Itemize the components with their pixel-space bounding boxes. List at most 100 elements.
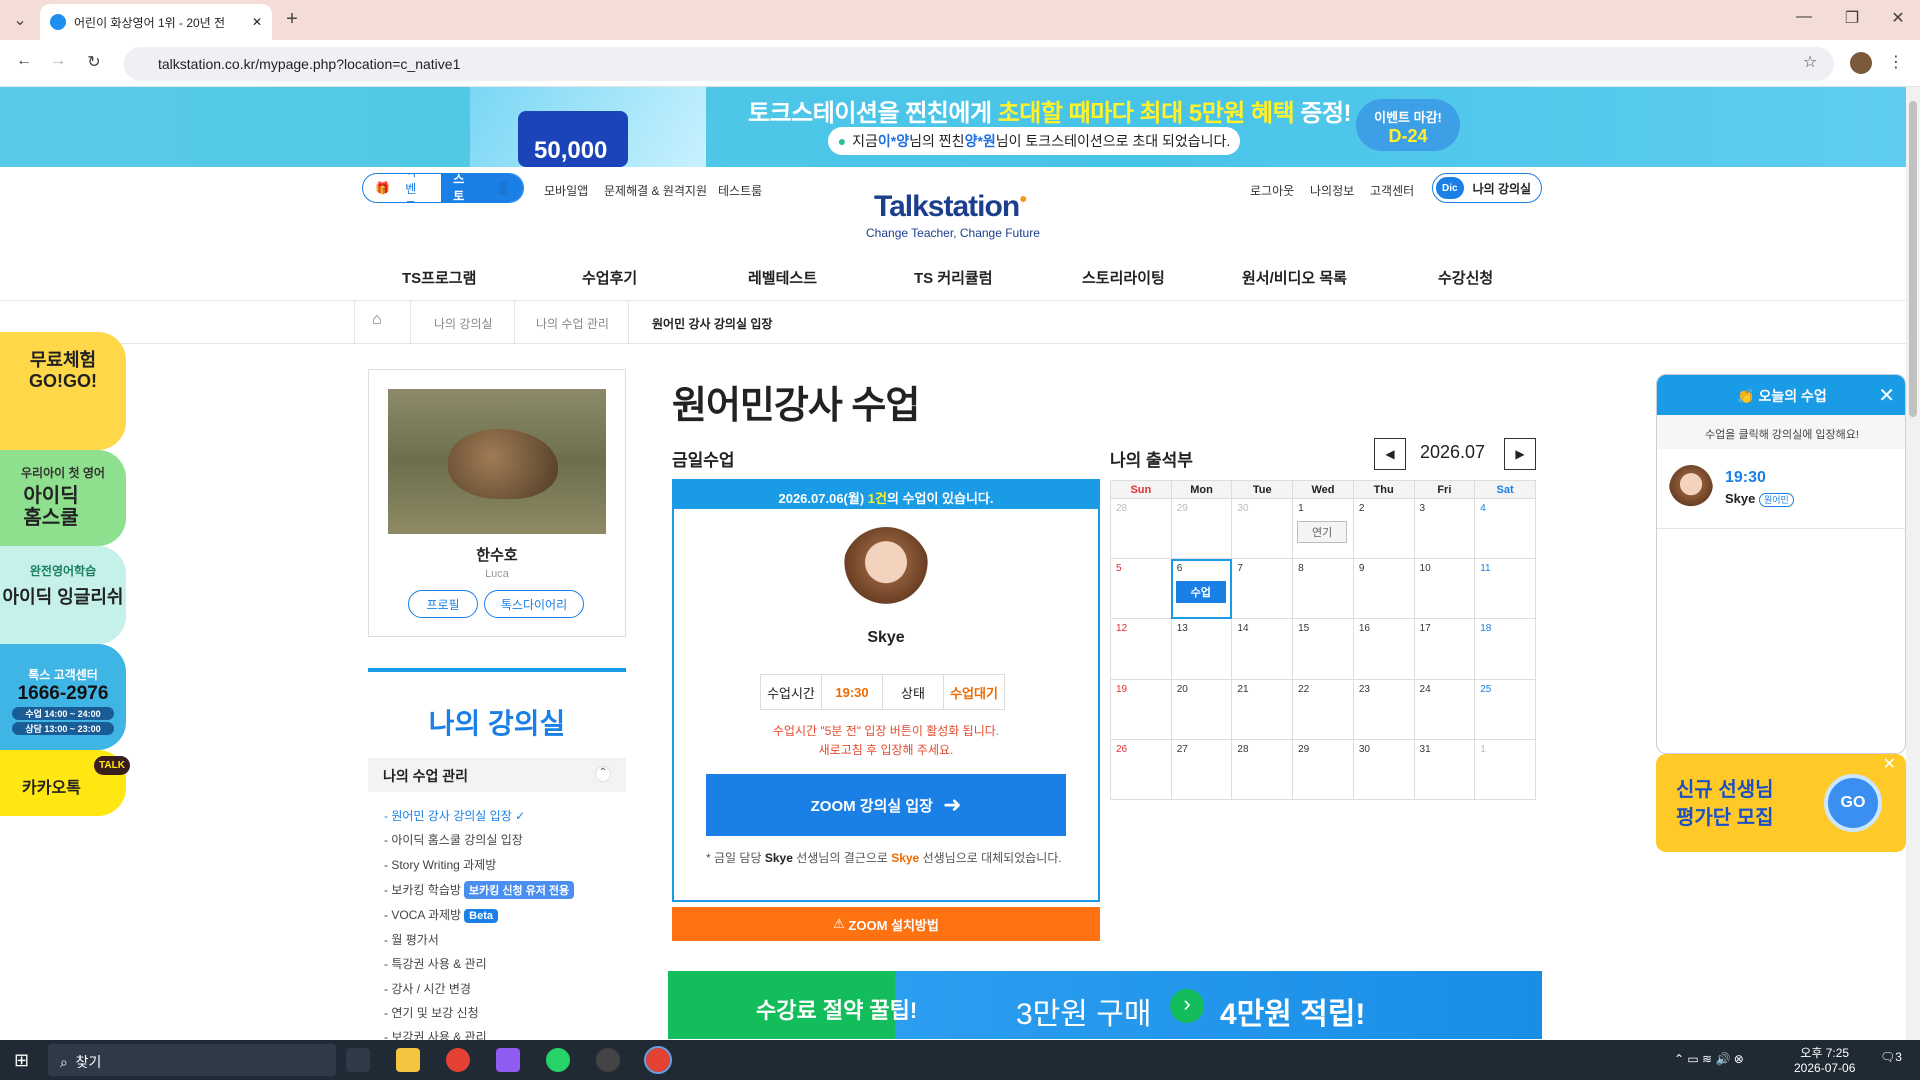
reload-icon[interactable]: ↻ xyxy=(80,52,108,72)
menu-special-ticket[interactable]: - 특강권 사용 & 관리 xyxy=(384,955,487,972)
calendar-day: 18 xyxy=(1474,618,1536,680)
testroom-link[interactable]: 테스트룸 xyxy=(718,182,762,199)
dday-badge: 이벤트 마감! D-24 xyxy=(1356,99,1460,151)
note-teacher2: Skye xyxy=(891,851,920,865)
collapse-chevron-icon[interactable]: ⌃ xyxy=(595,766,611,782)
note-post: 선생님으로 대체되었습니다. xyxy=(919,851,1062,865)
menu-native-classroom[interactable]: - 원어민 강사 강의실 입장 ✓ xyxy=(384,807,525,824)
logout-link[interactable]: 로그아웃 xyxy=(1250,182,1294,199)
calendar-day: 22 xyxy=(1292,678,1354,740)
popup-close-icon[interactable]: ✕ xyxy=(1878,383,1895,408)
class-management-header[interactable]: 나의 수업 관리 ⌃ xyxy=(368,758,626,792)
promo-right-text: 4만원 적립! xyxy=(1220,998,1366,1031)
taskbar-search[interactable]: ⌕ 찾기 xyxy=(48,1044,336,1076)
popup-class-item[interactable]: 19:30 Skye 원어민 xyxy=(1657,449,1905,529)
idic-homeschool-banner[interactable]: 우리아이 첫 영어 아이딕 홈스쿨 xyxy=(0,450,126,546)
my-info-link[interactable]: 나의정보 xyxy=(1310,182,1354,199)
profile-avatar-icon[interactable] xyxy=(1850,52,1872,74)
nav-story-writing[interactable]: 스토리라이팅 xyxy=(1082,267,1165,288)
browser-tab[interactable]: 어린이 화상영어 1위 - 20년 전 ✕ xyxy=(40,4,272,40)
recruit-close-icon[interactable]: ✕ xyxy=(1883,754,1896,774)
prev-month-button[interactable]: ◀ xyxy=(1374,438,1406,470)
task-view-icon[interactable] xyxy=(346,1048,370,1072)
nav-ts-program[interactable]: TS프로그램 xyxy=(402,267,476,288)
nav-curriculum[interactable]: TS 커리큘럼 xyxy=(914,267,993,288)
restore-icon[interactable]: ❐ xyxy=(1838,8,1866,28)
breadcrumb-class-management[interactable]: 나의 수업 관리 xyxy=(536,315,609,332)
clock[interactable]: 오후 7:25 2026-07-06 xyxy=(1794,1044,1855,1075)
page-scrollbar[interactable] xyxy=(1906,87,1920,1040)
calendar-month: 2026.07 xyxy=(1420,442,1486,462)
mobile-app-link[interactable]: 모바일앱 xyxy=(544,182,588,199)
zoom-install-button[interactable]: ⚠ ZOOM 설치방법 xyxy=(672,907,1100,941)
calendar-day: 25 xyxy=(1474,678,1536,740)
nav-reviews[interactable]: 수업후기 xyxy=(582,267,637,288)
event-button[interactable]: 🎁 이벤트 xyxy=(363,174,441,202)
menu-makeup-ticket[interactable]: - 보강권 사용 & 관리 xyxy=(384,1028,487,1040)
whatsapp-icon[interactable] xyxy=(546,1048,570,1072)
customer-center-link[interactable]: 고객센터 xyxy=(1370,182,1414,199)
menu-story-writing[interactable]: - Story Writing 과제방 xyxy=(384,856,496,873)
promo-banner-bottom[interactable]: 수강료 절약 꿀팁! 3만원 구매 › 4만원 적립! xyxy=(668,971,1542,1039)
notification-icon[interactable]: 🗨3 xyxy=(1880,1050,1902,1064)
chat-bubble-icon: ● xyxy=(837,133,847,149)
tray-icons[interactable]: ⌃ ▭ ≋ 🔊 ⊗ xyxy=(1674,1052,1744,1066)
kakaotalk-banner[interactable]: 카카오톡 TALK xyxy=(0,750,130,816)
forward-icon[interactable]: → xyxy=(44,52,72,70)
my-classroom-button[interactable]: Dic 나의 강의실 xyxy=(1432,173,1542,203)
menu-voca[interactable]: - VOCA 과제방 Beta xyxy=(384,906,498,923)
bookmark-star-icon[interactable]: ☆ xyxy=(1796,52,1824,72)
nav-level-test[interactable]: 레벨테스트 xyxy=(748,267,817,288)
menu-postpone[interactable]: - 연기 및 보강 신청 xyxy=(384,1004,479,1021)
menu-monthly-eval[interactable]: - 월 평가서 xyxy=(384,931,439,948)
coupon-card: 50,000 xyxy=(518,111,628,167)
teacher-recruit-banner[interactable]: 신규 선생님 평가단 모집 GO ✕ xyxy=(1656,754,1906,852)
attendance-title: 나의 출석부 xyxy=(1110,451,1193,470)
popup-title: 오늘의 수업 xyxy=(1758,388,1827,404)
file-explorer-icon[interactable] xyxy=(396,1048,420,1072)
nav-enroll[interactable]: 수강신청 xyxy=(1438,267,1493,288)
new-tab-icon[interactable]: + xyxy=(278,8,306,31)
search-icon: ⌕ xyxy=(60,1054,68,1070)
menu-idic-classroom[interactable]: - 아이딕 홈스쿨 강의실 입장 xyxy=(384,831,523,848)
back-icon[interactable]: ← xyxy=(10,52,38,70)
chrome-icon[interactable] xyxy=(446,1048,470,1072)
talkstation-logo[interactable]: Talkstation● xyxy=(874,190,1028,224)
home-icon[interactable]: ⌂ xyxy=(372,311,382,329)
calendar-day-today: 6 수업 xyxy=(1170,558,1233,620)
free-trial-banner[interactable]: 무료체험 GO!GO! xyxy=(0,332,126,450)
banner-sub-pre: 지금 xyxy=(852,133,878,149)
copilot-icon[interactable] xyxy=(496,1048,520,1072)
scrollbar-thumb[interactable] xyxy=(1909,101,1917,417)
menu-vocaking[interactable]: - 보카킹 학습방 보카킹 신청 유저 전용 xyxy=(384,881,575,899)
postpone-event[interactable]: 연기 xyxy=(1297,521,1348,544)
class-event[interactable]: 수업 xyxy=(1175,581,1226,604)
windows-start-icon[interactable]: ⊞ xyxy=(14,1050,29,1071)
menu-change-teacher[interactable]: - 강사 / 시간 변경 xyxy=(384,980,471,997)
idic-homeschool-small: 우리아이 첫 영어 xyxy=(21,466,105,480)
menu-kebab-icon[interactable]: ⋮ xyxy=(1882,52,1910,72)
event-banner[interactable]: 50,000 토크스테이션을 찐친에게 초대할 때마다 최대 5만원 혜택 증정… xyxy=(0,87,1906,167)
calendar-day: 8 xyxy=(1292,558,1354,620)
chrome-active-icon[interactable] xyxy=(644,1046,672,1074)
support-link[interactable]: 문제해결 & 원격지원 xyxy=(604,182,707,199)
zoom-enter-button[interactable]: ZOOM 강의실 입장 ➜ xyxy=(706,774,1066,836)
customer-center-banner[interactable]: 톡스 고객센터 1666-2976 수업 14:00 ~ 24:00 상담 13… xyxy=(0,644,126,750)
close-tab-icon[interactable]: ✕ xyxy=(252,15,262,29)
close-window-icon[interactable]: ✕ xyxy=(1884,8,1912,28)
nav-books-videos[interactable]: 원서/비디오 목록 xyxy=(1242,267,1347,288)
breadcrumb-my-classroom[interactable]: 나의 강의실 xyxy=(434,315,493,332)
coupon-amount: 50,000 xyxy=(534,137,608,164)
ts-story-button[interactable]: TS스토리 👤 xyxy=(441,174,523,202)
taskbar-search-label: 찾기 xyxy=(75,1054,102,1070)
profile-button[interactable]: 프로필 xyxy=(408,590,478,618)
minimize-icon[interactable]: — xyxy=(1790,8,1818,26)
windows-taskbar: ⊞ ⌕ 찾기 ⌃ ▭ ≋ 🔊 ⊗ 오후 7:25 2026-07-06 🗨3 xyxy=(0,1040,1920,1080)
talks-diary-button[interactable]: 톡스다이어리 xyxy=(484,590,584,618)
tab-list-icon[interactable]: ⌄ xyxy=(6,10,34,30)
media-player-icon[interactable] xyxy=(596,1048,620,1072)
url-field[interactable]: talkstation.co.kr/mypage.php?location=c_… xyxy=(124,47,1834,81)
idic-english-banner[interactable]: 완전영어학습 아이딕 잉글리쉬 xyxy=(0,546,126,644)
calendar-day: 14 xyxy=(1231,618,1294,680)
next-month-button[interactable]: ▶ xyxy=(1504,438,1536,470)
